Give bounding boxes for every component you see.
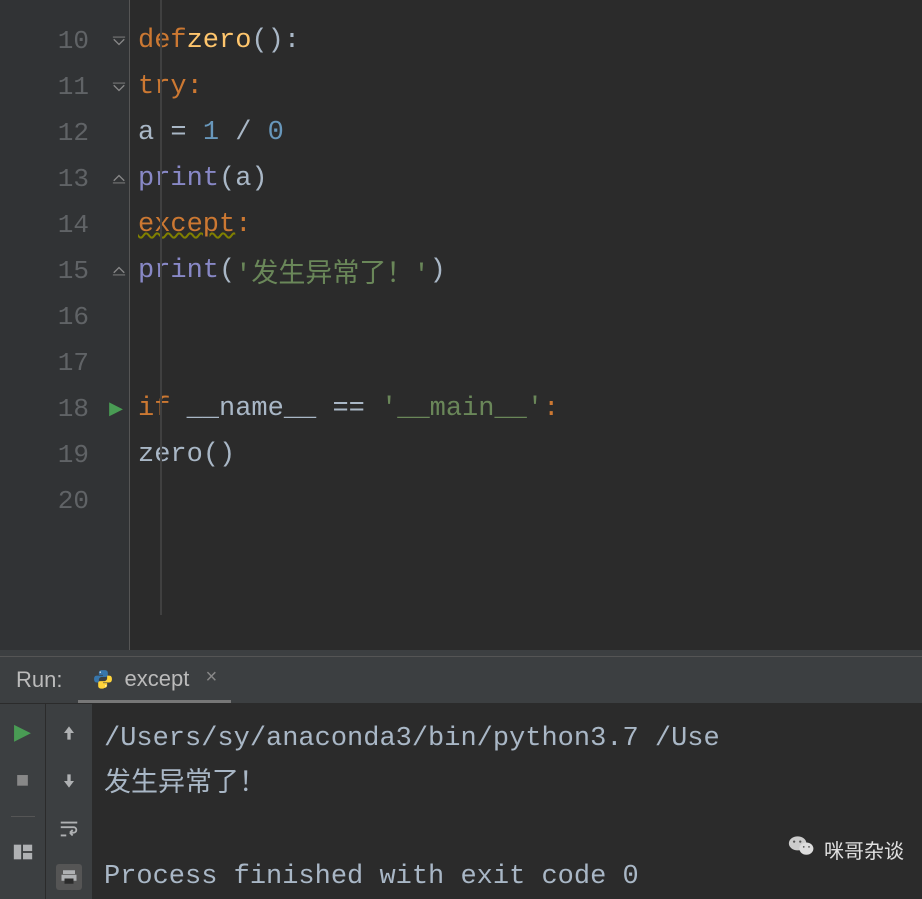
run-toolbar-right: [46, 704, 92, 899]
fold-end-icon[interactable]: [111, 171, 127, 187]
scroll-down-button[interactable]: [56, 768, 82, 794]
line-number-12: 12: [0, 110, 129, 156]
toolbar-separator: [11, 816, 35, 817]
code-line-20: [130, 478, 922, 524]
console-line-1: /Users/sy/anaconda3/bin/python3.7 /Use: [104, 724, 720, 754]
code-line-14: except:: [130, 202, 922, 248]
line-number-9: [0, 0, 129, 18]
close-icon[interactable]: ×: [205, 667, 217, 690]
code-line-17: [130, 340, 922, 386]
run-panel-header: Run: except ×: [0, 656, 922, 704]
line-number-17: 17: [0, 340, 129, 386]
console-line-2: 发生异常了！: [104, 770, 266, 800]
code-content[interactable]: def zero(): try: a = 1 / 0 print(a) exce…: [130, 0, 922, 650]
run-body: ▶ ■ /Users/sy/anaconda3/bin/python3.7 /U…: [0, 704, 922, 899]
code-line-15: print('发生异常了！'): [130, 248, 922, 294]
run-gutter-icon[interactable]: ▶: [109, 398, 123, 420]
line-number-20: 20: [0, 478, 129, 524]
run-toolbar-left: ▶ ■: [0, 704, 46, 899]
wrap-button[interactable]: [56, 816, 82, 842]
code-line-12: a = 1 / 0: [130, 110, 922, 156]
python-icon: [92, 668, 114, 690]
line-number-18: 18 ▶: [0, 386, 129, 432]
fold-icon[interactable]: [111, 79, 127, 95]
fold-end-icon[interactable]: [111, 263, 127, 279]
stop-button[interactable]: ■: [10, 768, 36, 794]
run-panel-label: Run:: [0, 667, 78, 693]
line-number-15: 15: [0, 248, 129, 294]
line-number-16: 16: [0, 294, 129, 340]
layout-button[interactable]: [10, 839, 36, 865]
watermark-text: 咪哥杂谈: [824, 835, 904, 864]
fold-icon[interactable]: [111, 33, 127, 49]
indent-guide: [160, 0, 162, 615]
line-number-13: 13: [0, 156, 129, 202]
code-line-13: print(a): [130, 156, 922, 202]
print-button[interactable]: [56, 864, 82, 890]
code-line-10: def zero():: [130, 18, 922, 64]
console-output[interactable]: /Users/sy/anaconda3/bin/python3.7 /Use 发…: [92, 704, 922, 899]
line-number-10: 10: [0, 18, 129, 64]
console-line-4: Process finished with exit code 0: [104, 862, 639, 892]
line-gutter: 10 11 12 13 14 15 16 17 18 ▶ 19 20: [0, 0, 130, 650]
line-number-11: 11: [0, 64, 129, 110]
run-tab-except[interactable]: except ×: [78, 657, 231, 703]
code-line-19: zero(): [130, 432, 922, 478]
code-editor-area: 10 11 12 13 14 15 16 17 18 ▶ 19 20: [0, 0, 922, 650]
line-number-19: 19: [0, 432, 129, 478]
wechat-icon: [788, 832, 816, 866]
code-line-18: if __name__ == '__main__':: [130, 386, 922, 432]
run-panel: Run: except × ▶ ■: [0, 656, 922, 899]
line-number-14: 14: [0, 202, 129, 248]
run-tab-name: except: [124, 666, 189, 692]
code-line-16: [130, 294, 922, 340]
code-line-11: try:: [130, 64, 922, 110]
code-line-9: [130, 0, 922, 18]
scroll-up-button[interactable]: [56, 720, 82, 746]
watermark: 咪哥杂谈: [788, 832, 904, 866]
rerun-button[interactable]: ▶: [10, 720, 36, 746]
